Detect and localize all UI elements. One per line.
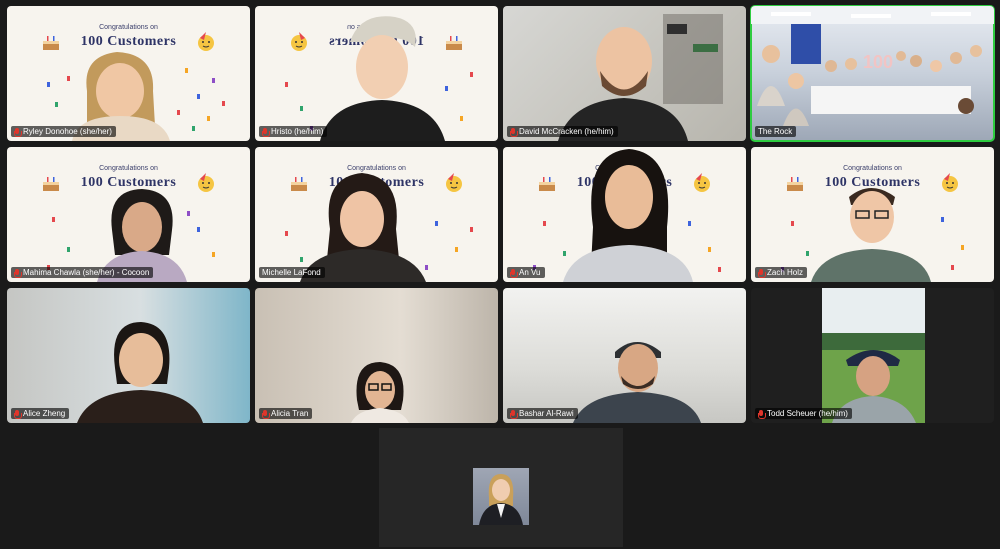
participant-name: David McCracken (he/him) (519, 127, 614, 136)
participant-name: Alicia Tran (271, 409, 309, 418)
muted-mic-icon (510, 268, 518, 278)
participant-name-label: Todd Scheuer (he/him) (755, 408, 852, 419)
participant-video (563, 149, 693, 282)
participant-name: Mahima Chawla (she/her) - Cocoon (23, 268, 150, 277)
participant-name: Zach Holz (767, 268, 804, 277)
participant-video (300, 173, 426, 282)
self-view-thumbnail (473, 468, 529, 525)
group-room-video: 100 (751, 6, 994, 126)
participant-tile-bashar[interactable]: Bashar Al-Rawi (503, 288, 746, 423)
participant-name-label: An Vu (507, 267, 545, 278)
participant-name-label: Alicia Tran (259, 408, 313, 419)
participant-tile-david[interactable]: David McCracken (he/him) (503, 6, 746, 141)
participant-name-label: Alice Zheng (11, 408, 70, 419)
participant-name-label: Zach Holz (755, 267, 808, 278)
participant-tile-hristo[interactable]: Congratulations on 100 Customers Hristo … (255, 6, 498, 141)
muted-mic-icon (758, 268, 766, 278)
participant-name: Alice Zheng (23, 409, 66, 418)
participant-name-label: Ryley Donohoe (she/her) (11, 126, 116, 137)
participant-video (558, 27, 688, 141)
participant-name: The Rock (758, 127, 793, 136)
party-face-icon (942, 173, 958, 192)
banner-subtitle: Congratulations on (99, 24, 158, 31)
participant-name-label: The Rock (755, 126, 797, 137)
birthday-cake-icon (539, 177, 555, 191)
birthday-cake-icon (787, 177, 803, 191)
muted-mic-icon (510, 409, 518, 419)
party-face-icon (694, 173, 710, 192)
participant-name-label: Michelle LaFond (259, 267, 325, 278)
participant-video (573, 342, 701, 423)
participant-name-label: Bashar Al-Rawi (507, 408, 578, 419)
birthday-cake-icon (43, 177, 59, 191)
participant-video (811, 188, 931, 282)
participant-name-label: Hristo (he/him) (259, 126, 328, 137)
participant-tile-an-vu[interactable]: Congratulations on 100 Customers An Vu (503, 147, 746, 282)
participant-name: Hristo (he/him) (271, 127, 324, 136)
participant-tile-alicia-tran[interactable]: Alicia Tran (255, 288, 498, 423)
participant-video (320, 16, 445, 141)
participant-name-label: David McCracken (he/him) (507, 126, 618, 137)
participant-tile-the-rock[interactable]: 100 The Rock (750, 5, 995, 142)
muted-mic-icon (14, 268, 22, 278)
participant-name: Todd Scheuer (he/him) (767, 409, 848, 418)
participant-tile-michelle[interactable]: Congratulations on 100 Customers Michell… (255, 147, 498, 282)
party-face-icon (198, 32, 214, 51)
muted-mic-icon (14, 127, 22, 137)
balloon-sign: 100 (863, 52, 893, 72)
participant-tile-ryley[interactable]: Congratulations on 100 Customers Ryley D… (7, 6, 250, 141)
muted-mic-icon (262, 127, 270, 137)
self-view-video (479, 474, 523, 525)
birthday-cake-icon (43, 36, 59, 50)
participant-tile-todd[interactable]: Todd Scheuer (he/him) (751, 288, 994, 423)
participant-name: An Vu (519, 268, 541, 277)
participant-video (77, 322, 203, 423)
self-view-panel[interactable] (379, 428, 623, 547)
party-face-icon (291, 32, 307, 51)
participant-video-outdoor (822, 288, 925, 423)
participant-name: Bashar Al-Rawi (519, 409, 574, 418)
party-face-icon (198, 173, 214, 192)
participant-tile-zach[interactable]: Congratulations on 100 Customers Zach Ho… (751, 147, 994, 282)
muted-mic-icon (262, 409, 270, 419)
participant-name: Ryley Donohoe (she/her) (23, 127, 112, 136)
participant-name: Michelle LaFond (262, 268, 321, 277)
muted-mic-icon (510, 127, 518, 137)
party-face-icon (446, 173, 462, 192)
muted-mic-icon (14, 409, 22, 419)
participant-tile-alice-zheng[interactable]: Alice Zheng (7, 288, 250, 423)
banner-subtitle: Congratulations on (843, 165, 902, 172)
muted-mic-icon (758, 409, 766, 419)
participant-video (351, 362, 409, 423)
participant-name-label: Mahima Chawla (she/her) - Cocoon (11, 267, 154, 278)
participant-tile-mahima[interactable]: Congratulations on 100 Customers Mahima … (7, 147, 250, 282)
banner-subtitle: Congratulations on (99, 165, 158, 172)
